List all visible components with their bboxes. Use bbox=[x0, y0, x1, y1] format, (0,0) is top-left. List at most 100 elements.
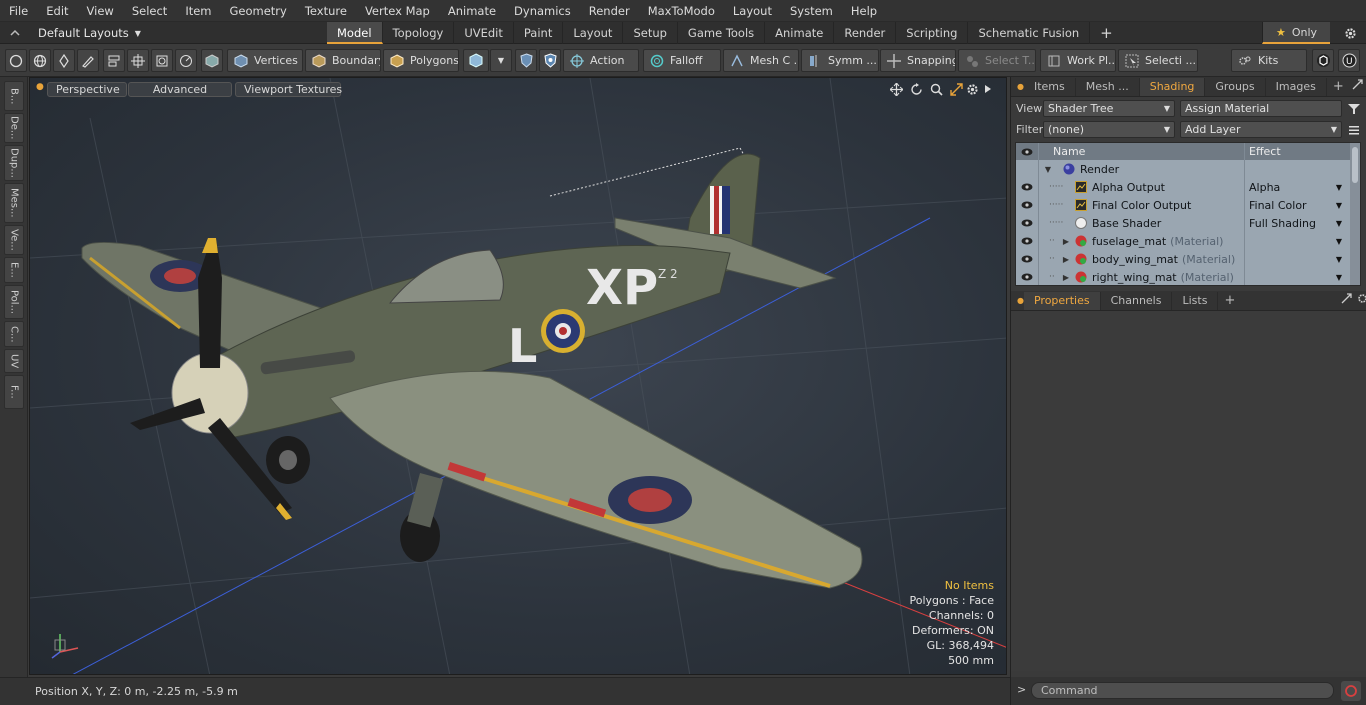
tab-topology[interactable]: Topology bbox=[383, 22, 455, 44]
assign-material-button[interactable]: Assign Material bbox=[1180, 100, 1342, 117]
filter-select[interactable]: (none) ▼ bbox=[1043, 121, 1175, 138]
vtab-mesh-edit[interactable]: Mes... bbox=[4, 183, 24, 223]
viewport-gear-icon[interactable] bbox=[964, 81, 980, 97]
eye-icon[interactable] bbox=[1016, 143, 1038, 161]
tree-row[interactable]: ····· Base Shader Full Shading ▼ bbox=[1016, 214, 1360, 232]
brush-icon[interactable] bbox=[77, 49, 99, 72]
only-toggle-button[interactable]: ★ Only bbox=[1262, 22, 1330, 44]
work-plane-button[interactable]: Work Pl... bbox=[1040, 49, 1116, 72]
tab-items[interactable]: Items bbox=[1024, 78, 1076, 96]
menu-file[interactable]: File bbox=[0, 0, 37, 22]
vtab-uv[interactable]: UV bbox=[4, 349, 24, 373]
expand-triangle-icon[interactable]: ▶ bbox=[1061, 237, 1071, 246]
tab-paint[interactable]: Paint bbox=[514, 22, 564, 44]
menu-edit[interactable]: Edit bbox=[37, 0, 77, 22]
add-layer-select[interactable]: Add Layer ▼ bbox=[1180, 121, 1342, 138]
vtab-fusion[interactable]: F... bbox=[4, 375, 24, 409]
menu-help[interactable]: Help bbox=[842, 0, 886, 22]
tab-uvedit[interactable]: UVEdit bbox=[454, 22, 514, 44]
eye-icon[interactable] bbox=[1016, 232, 1038, 250]
col-effect-header[interactable]: Effect bbox=[1244, 143, 1346, 161]
vtab-curve[interactable]: C... bbox=[4, 321, 24, 347]
expand-triangle-icon[interactable]: ▼ bbox=[1043, 165, 1053, 174]
menu-vertex-map[interactable]: Vertex Map bbox=[356, 0, 439, 22]
mesh-constraints-button[interactable]: Mesh C ... bbox=[723, 49, 799, 72]
vtab-edge[interactable]: E... bbox=[4, 257, 24, 283]
tree-row[interactable]: ····· Final Color Output Final Color ▼ bbox=[1016, 196, 1360, 214]
list-options-icon[interactable] bbox=[1346, 122, 1362, 138]
eye-icon[interactable] bbox=[1016, 178, 1038, 196]
menu-dynamics[interactable]: Dynamics bbox=[505, 0, 580, 22]
vtab-duplicate[interactable]: Dup... bbox=[4, 145, 24, 181]
globe-icon[interactable] bbox=[29, 49, 51, 72]
panel-maximize-icon[interactable] bbox=[1341, 292, 1353, 310]
vertices-button[interactable]: Vertices bbox=[227, 49, 303, 72]
menu-system[interactable]: System bbox=[781, 0, 842, 22]
viewport-expand-arrow-icon[interactable] bbox=[980, 81, 996, 97]
pen-tool-icon[interactable] bbox=[53, 49, 75, 72]
tab-groups[interactable]: Groups bbox=[1205, 78, 1266, 96]
menu-view[interactable]: View bbox=[78, 0, 123, 22]
panel-maximize-icon[interactable] bbox=[1352, 78, 1363, 96]
menu-animate[interactable]: Animate bbox=[439, 0, 505, 22]
view-select[interactable]: Shader Tree ▼ bbox=[1043, 100, 1175, 117]
eye-icon[interactable] bbox=[1016, 268, 1038, 285]
circle-select-icon[interactable] bbox=[5, 49, 27, 72]
menu-texture[interactable]: Texture bbox=[296, 0, 356, 22]
shader-tree-scrollbar[interactable] bbox=[1350, 143, 1360, 285]
tab-setup[interactable]: Setup bbox=[623, 22, 678, 44]
col-name-header[interactable]: Name bbox=[1038, 143, 1244, 161]
tab-schematic-fusion[interactable]: Schematic Fusion bbox=[968, 22, 1091, 44]
tab-render[interactable]: Render bbox=[834, 22, 897, 44]
unity-icon[interactable] bbox=[1312, 49, 1334, 72]
tab-model[interactable]: Model bbox=[327, 22, 383, 44]
mode-dropdown-chevron-icon[interactable]: ▼ bbox=[490, 49, 512, 72]
filter-funnel-icon[interactable] bbox=[1346, 101, 1362, 117]
viewport-dot-icon[interactable]: ● bbox=[36, 82, 44, 92]
tab-channels[interactable]: Channels bbox=[1101, 292, 1173, 310]
align-icon[interactable] bbox=[103, 49, 125, 72]
tree-row[interactable]: ▼ Render bbox=[1016, 160, 1360, 178]
collapse-arrow-icon[interactable] bbox=[8, 26, 22, 40]
menu-item[interactable]: Item bbox=[176, 0, 220, 22]
layout-selector[interactable]: Default Layouts ▼ bbox=[8, 22, 141, 44]
vtab-deform[interactable]: De... bbox=[4, 113, 24, 143]
falloff-button[interactable]: Falloff bbox=[643, 49, 721, 72]
expand-triangle-icon[interactable]: ▶ bbox=[1061, 273, 1071, 282]
eye-icon[interactable] bbox=[1016, 196, 1038, 214]
expand-triangle-icon[interactable]: ▶ bbox=[1061, 255, 1071, 264]
tab-mesh[interactable]: Mesh ... bbox=[1076, 78, 1140, 96]
tab-game-tools[interactable]: Game Tools bbox=[678, 22, 766, 44]
tab-layout[interactable]: Layout bbox=[563, 22, 624, 44]
3d-viewport[interactable]: L XP Z 2 ● Perspective Advanced Viewport… bbox=[29, 77, 1007, 675]
add-panel-tab-button[interactable]: + bbox=[1218, 292, 1241, 310]
polygons-button[interactable]: Polygons bbox=[383, 49, 459, 72]
selection-sets-button[interactable]: Selecti ... bbox=[1118, 49, 1198, 72]
maximize-view-icon[interactable] bbox=[948, 81, 964, 97]
scrollbar-thumb[interactable] bbox=[1352, 147, 1358, 183]
symmetry-shield-icon[interactable] bbox=[515, 49, 537, 72]
perspective-view-selector[interactable]: Perspective bbox=[47, 82, 127, 97]
menu-geometry[interactable]: Geometry bbox=[221, 0, 296, 22]
gear-icon[interactable] bbox=[1338, 22, 1362, 44]
panel-dot-icon[interactable]: ● bbox=[1011, 292, 1024, 310]
tab-scripting[interactable]: Scripting bbox=[896, 22, 969, 44]
pivot-icon[interactable] bbox=[175, 49, 197, 72]
vtab-vertex[interactable]: Ve... bbox=[4, 225, 24, 255]
kits-button[interactable]: Kits bbox=[1231, 49, 1307, 72]
vtab-polygon[interactable]: Pol... bbox=[4, 285, 24, 319]
snap-shield-icon[interactable] bbox=[539, 49, 561, 72]
action-center-button[interactable]: Action … bbox=[563, 49, 639, 72]
select-through-button[interactable]: Select T... bbox=[958, 49, 1036, 72]
panel-dot-icon[interactable]: ● bbox=[1011, 78, 1024, 96]
advanced-shading-selector[interactable]: Advanced bbox=[128, 82, 232, 97]
symmetry-button[interactable]: Symm ... bbox=[801, 49, 879, 72]
snapping-button[interactable]: Snapping bbox=[880, 49, 956, 72]
eye-icon[interactable] bbox=[1016, 250, 1038, 268]
unreal-icon[interactable]: U bbox=[1338, 49, 1360, 72]
menu-render[interactable]: Render bbox=[580, 0, 639, 22]
record-macro-button[interactable] bbox=[1341, 681, 1361, 701]
panel-gear-icon[interactable] bbox=[1357, 292, 1366, 310]
vtab-basic[interactable]: B... bbox=[4, 81, 24, 111]
tree-row[interactable]: ·· ▶ fuselage_mat (Material) ▼ bbox=[1016, 232, 1360, 250]
